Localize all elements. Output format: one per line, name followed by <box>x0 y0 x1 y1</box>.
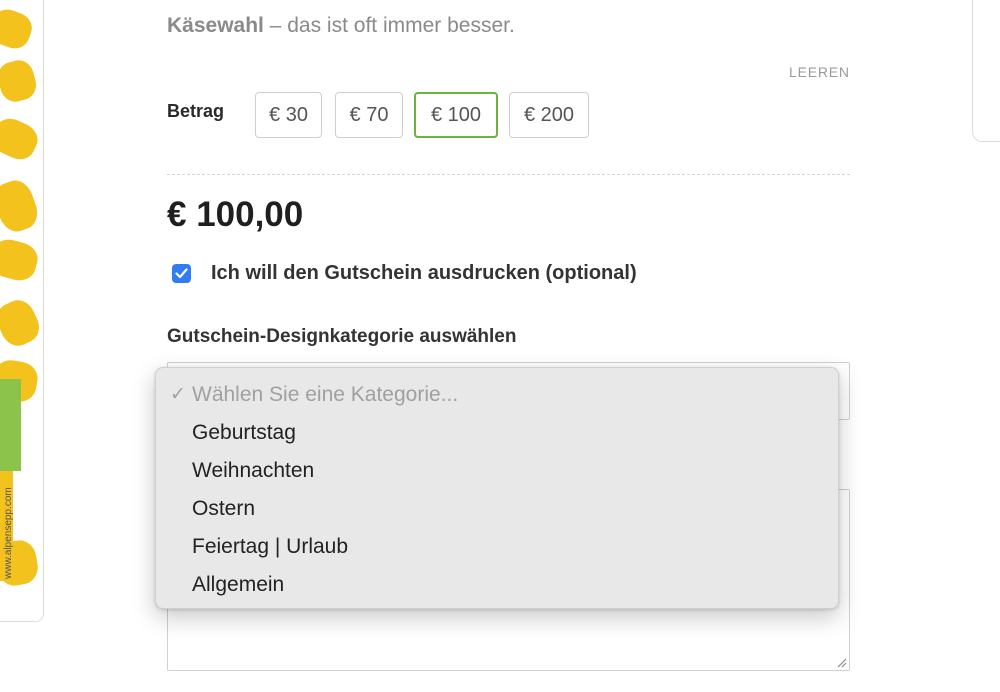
dropdown-option-ostern[interactable]: Ostern <box>156 490 838 528</box>
amount-option-70[interactable]: € 70 <box>335 92 403 138</box>
amount-option-200[interactable]: € 200 <box>509 92 589 138</box>
checkmark-icon <box>175 268 188 279</box>
intro-text: Käsewahl – das ist oft immer besser. <box>167 14 515 38</box>
intro-bold: Käsewahl <box>167 14 264 37</box>
design-category-label: Gutschein-Designkategorie auswählen <box>167 326 517 347</box>
yellow-letter-shape <box>0 295 43 351</box>
yellow-letter-shape <box>0 235 42 285</box>
checkmark-icon: ✓ <box>170 384 186 405</box>
side-card <box>972 0 1000 142</box>
dropdown-option-allgemein[interactable]: Allgemein <box>156 566 838 604</box>
resize-handle-icon[interactable] <box>835 656 847 668</box>
placeholder-text: Wählen Sie eine Kategorie... <box>192 383 459 406</box>
print-voucher-label[interactable]: Ich will den Gutschein ausdrucken (optio… <box>211 262 637 285</box>
dropdown-option-geburtstag[interactable]: Geburtstag <box>156 414 838 452</box>
dropdown-option-placeholder[interactable]: ✓ Wählen Sie eine Kategorie... <box>156 376 838 414</box>
yellow-letter-shape <box>0 57 40 105</box>
yellow-letter-shape <box>0 176 43 236</box>
category-dropdown-menu: ✓ Wählen Sie eine Kategorie... Geburtsta… <box>155 367 839 609</box>
dropdown-option-weihnachten[interactable]: Weihnachten <box>156 452 838 490</box>
price-total: € 100,00 <box>167 195 304 234</box>
voucher-preview-strip: www.alpensepp.com <box>0 0 44 622</box>
yellow-letter-shape <box>0 5 36 53</box>
yellow-letter-shape <box>0 113 43 165</box>
print-voucher-checkbox[interactable] <box>172 264 191 283</box>
amount-option-30[interactable]: € 30 <box>255 92 322 138</box>
website-url-label: www.alpensepp.com <box>3 487 14 579</box>
dropdown-option-feiertag-urlaub[interactable]: Feiertag | Urlaub <box>156 528 838 566</box>
amount-label: Betrag <box>167 101 225 121</box>
intro-rest: – das ist oft immer besser. <box>263 14 515 37</box>
clear-button[interactable]: LEEREN <box>789 64 850 80</box>
section-divider <box>167 174 850 175</box>
amount-option-100[interactable]: € 100 <box>414 92 498 138</box>
